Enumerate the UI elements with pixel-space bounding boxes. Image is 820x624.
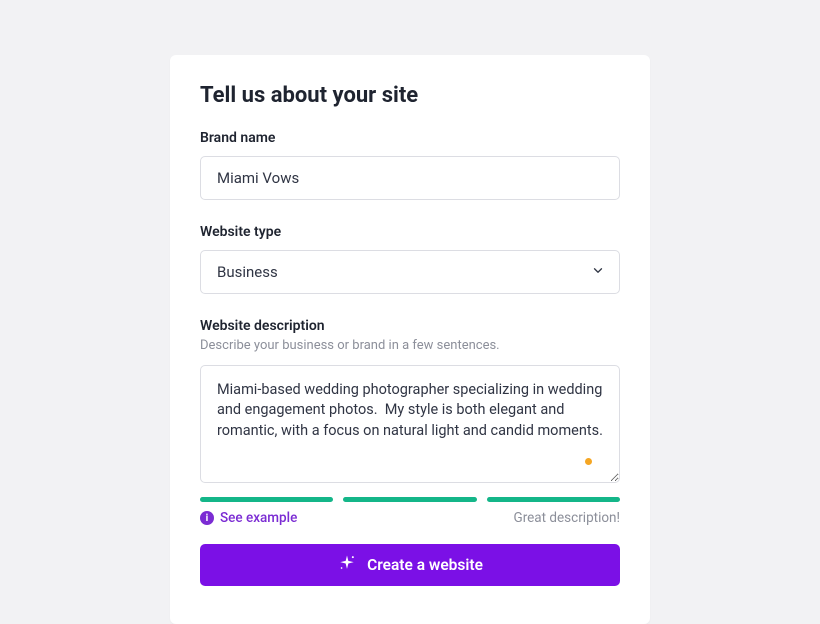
brand-name-group: Brand name (200, 130, 620, 200)
website-type-select[interactable]: Business (200, 250, 620, 294)
brand-name-input[interactable] (200, 156, 620, 200)
info-icon: i (200, 511, 214, 525)
website-description-hint: Describe your business or brand in a few… (200, 338, 620, 353)
see-example-link[interactable]: i See example (200, 510, 297, 526)
website-description-group: Website description Describe your busine… (200, 318, 620, 526)
brand-name-label: Brand name (200, 130, 620, 146)
loading-dot-icon (585, 458, 592, 465)
website-description-label: Website description (200, 318, 620, 334)
website-type-select-wrap: Business (200, 250, 620, 294)
description-meta-row: i See example Great description! (200, 510, 620, 526)
site-setup-card: Tell us about your site Brand name Websi… (170, 55, 650, 624)
page-title: Tell us about your site (200, 83, 620, 108)
description-strength-bar (200, 497, 620, 502)
website-description-textarea-wrap: Miami-based wedding photographer special… (200, 365, 620, 487)
website-description-textarea[interactable]: Miami-based wedding photographer special… (200, 365, 620, 483)
strength-segment (343, 497, 476, 502)
sparkle-icon (337, 553, 357, 577)
website-type-group: Website type Business (200, 224, 620, 294)
create-website-button[interactable]: Create a website (200, 544, 620, 586)
description-feedback: Great description! (514, 510, 621, 526)
strength-segment (200, 497, 333, 502)
website-type-label: Website type (200, 224, 620, 240)
create-website-label: Create a website (367, 556, 483, 574)
see-example-text: See example (220, 510, 297, 526)
strength-segment (487, 497, 620, 502)
